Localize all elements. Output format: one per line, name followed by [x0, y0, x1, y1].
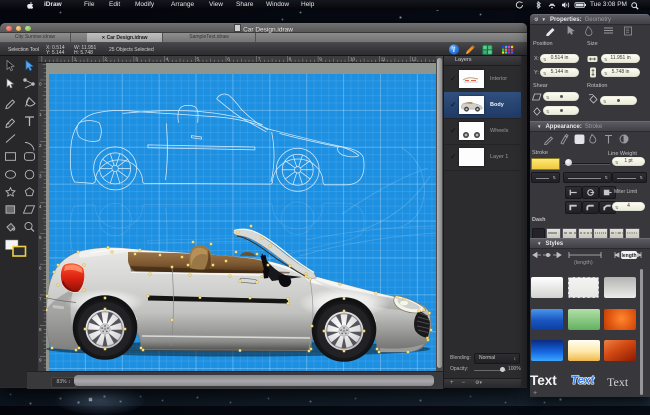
- svg-text:3: 3: [135, 57, 138, 62]
- svg-text:7: 7: [258, 57, 261, 62]
- svg-text:7: 7: [39, 296, 42, 301]
- svg-text:1: 1: [74, 57, 77, 62]
- svg-text:8: 8: [289, 57, 292, 62]
- svg-text:3: 3: [39, 174, 42, 179]
- svg-text:9: 9: [319, 57, 322, 62]
- svg-text:8: 8: [39, 327, 42, 332]
- svg-text:11: 11: [381, 57, 386, 62]
- svg-text:2: 2: [39, 143, 42, 148]
- svg-text:4: 4: [39, 204, 42, 209]
- svg-text:5: 5: [39, 235, 42, 240]
- svg-text:10: 10: [350, 57, 356, 62]
- svg-text:12: 12: [411, 57, 417, 62]
- svg-text:4: 4: [166, 57, 169, 62]
- svg-text:0: 0: [39, 81, 42, 86]
- svg-text:9: 9: [39, 358, 42, 363]
- svg-text:i: i: [453, 46, 455, 54]
- svg-text:2: 2: [104, 57, 107, 62]
- svg-text:6: 6: [39, 266, 42, 271]
- svg-text:6: 6: [227, 57, 230, 62]
- svg-text:1: 1: [39, 112, 42, 117]
- svg-text:5: 5: [197, 57, 200, 62]
- svg-text:length: length: [622, 253, 637, 259]
